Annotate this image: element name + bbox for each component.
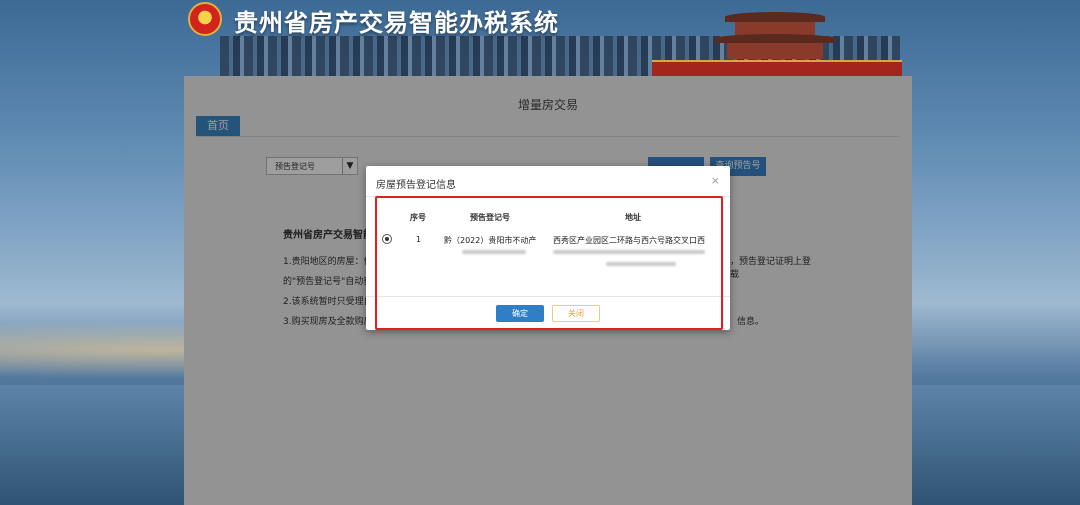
dialog-header: 房屋预告登记信息 ×: [366, 166, 730, 197]
national-emblem-icon: [188, 2, 222, 36]
annotation-highlight-box: [375, 196, 723, 330]
site-title: 贵州省房产交易智能办税系统: [234, 8, 559, 37]
dialog-title: 房屋预告登记信息: [376, 180, 456, 191]
close-icon[interactable]: ×: [711, 174, 720, 187]
